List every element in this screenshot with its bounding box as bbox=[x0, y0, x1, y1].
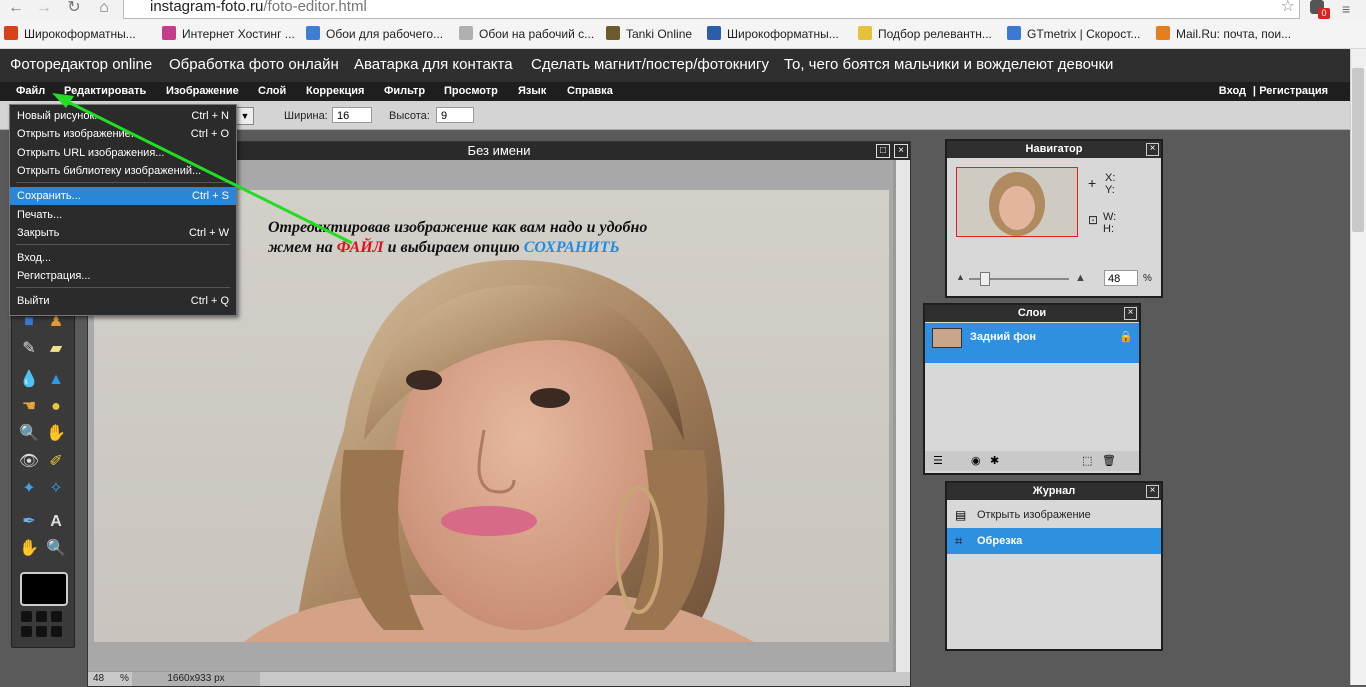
annotation-arrow bbox=[52, 93, 353, 245]
